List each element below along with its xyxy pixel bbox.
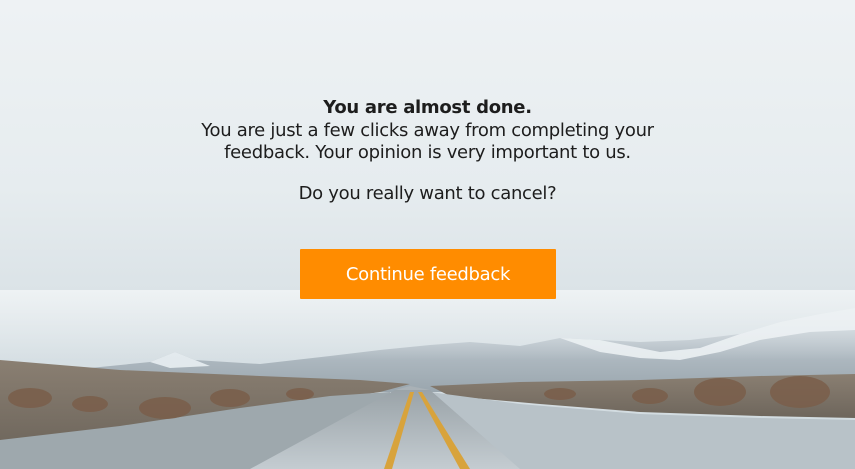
dialog-title: You are almost done. bbox=[323, 97, 532, 118]
dialog-content: You are almost done. You are just a few … bbox=[0, 96, 855, 205]
cancel-question: Do you really want to cancel? bbox=[298, 183, 557, 204]
cancel-feedback-screen: You are almost done. You are just a few … bbox=[0, 0, 855, 469]
background-landscape-image bbox=[0, 290, 855, 469]
continue-feedback-button[interactable]: Continue feedback bbox=[300, 249, 556, 299]
dialog-message: You are just a few clicks away from comp… bbox=[201, 120, 654, 163]
